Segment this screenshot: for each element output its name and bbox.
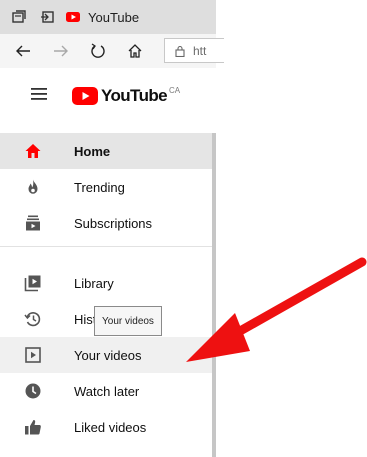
tooltip: Your videos <box>94 306 162 336</box>
youtube-play-logo-icon <box>72 87 98 105</box>
address-text: htt <box>193 43 207 58</box>
back-arrow-icon[interactable] <box>14 42 32 60</box>
lock-icon <box>175 45 185 57</box>
logo-wordmark: YouTube <box>101 86 168 105</box>
address-bar[interactable]: htt <box>164 38 224 63</box>
sidebar-item-label: Library <box>74 275 114 291</box>
sidebar-item-label: Liked videos <box>74 419 147 435</box>
clock-icon <box>24 382 42 400</box>
sidebar-item-label: Trending <box>74 179 125 195</box>
browser-tab-bar: YouTube <box>0 0 216 34</box>
sidebar-divider <box>0 246 212 247</box>
refresh-icon[interactable] <box>89 42 107 60</box>
tab-actions-icon[interactable] <box>12 10 26 24</box>
browser-tab-youtube[interactable]: YouTube <box>66 4 139 30</box>
subscriptions-icon <box>24 214 42 232</box>
youtube-header: YouTube CA <box>0 68 216 122</box>
home-icon <box>24 142 42 160</box>
youtube-logo[interactable]: YouTube CA <box>72 86 180 106</box>
set-tabs-aside-icon[interactable] <box>40 10 54 24</box>
sidebar-item-label: Your videos <box>74 347 142 363</box>
tab-title: YouTube <box>88 9 140 25</box>
sidebar-item-trending[interactable]: Trending <box>0 169 212 205</box>
browser-nav-bar: htt <box>0 34 224 69</box>
flame-icon <box>24 178 42 196</box>
play-square-icon <box>24 346 42 364</box>
home-browser-icon[interactable] <box>126 42 144 60</box>
thumbs-up-icon <box>24 418 42 436</box>
sidebar-item-home[interactable]: Home <box>0 133 212 169</box>
youtube-favicon-icon <box>66 12 80 22</box>
sidebar-item-label: Watch later <box>74 383 140 399</box>
history-icon <box>24 310 42 328</box>
hamburger-menu-icon[interactable] <box>31 88 47 100</box>
country-code: CA <box>169 86 181 95</box>
sidebar-item-label: Subscriptions <box>74 215 153 231</box>
sidebar-item-label: Home <box>74 143 111 159</box>
forward-arrow-icon[interactable] <box>52 42 70 60</box>
sidebar-item-library[interactable]: Library <box>0 265 212 301</box>
sidebar: Home Trending Subscriptions Library Hist… <box>0 133 216 457</box>
sidebar-item-watch-later[interactable]: Watch later <box>0 373 212 409</box>
sidebar-item-your-videos[interactable]: Your videos <box>0 337 212 373</box>
library-icon <box>24 274 42 292</box>
sidebar-scrollbar[interactable] <box>212 133 216 457</box>
sidebar-item-liked-videos[interactable]: Liked videos <box>0 409 212 445</box>
sidebar-item-subscriptions[interactable]: Subscriptions <box>0 205 212 241</box>
